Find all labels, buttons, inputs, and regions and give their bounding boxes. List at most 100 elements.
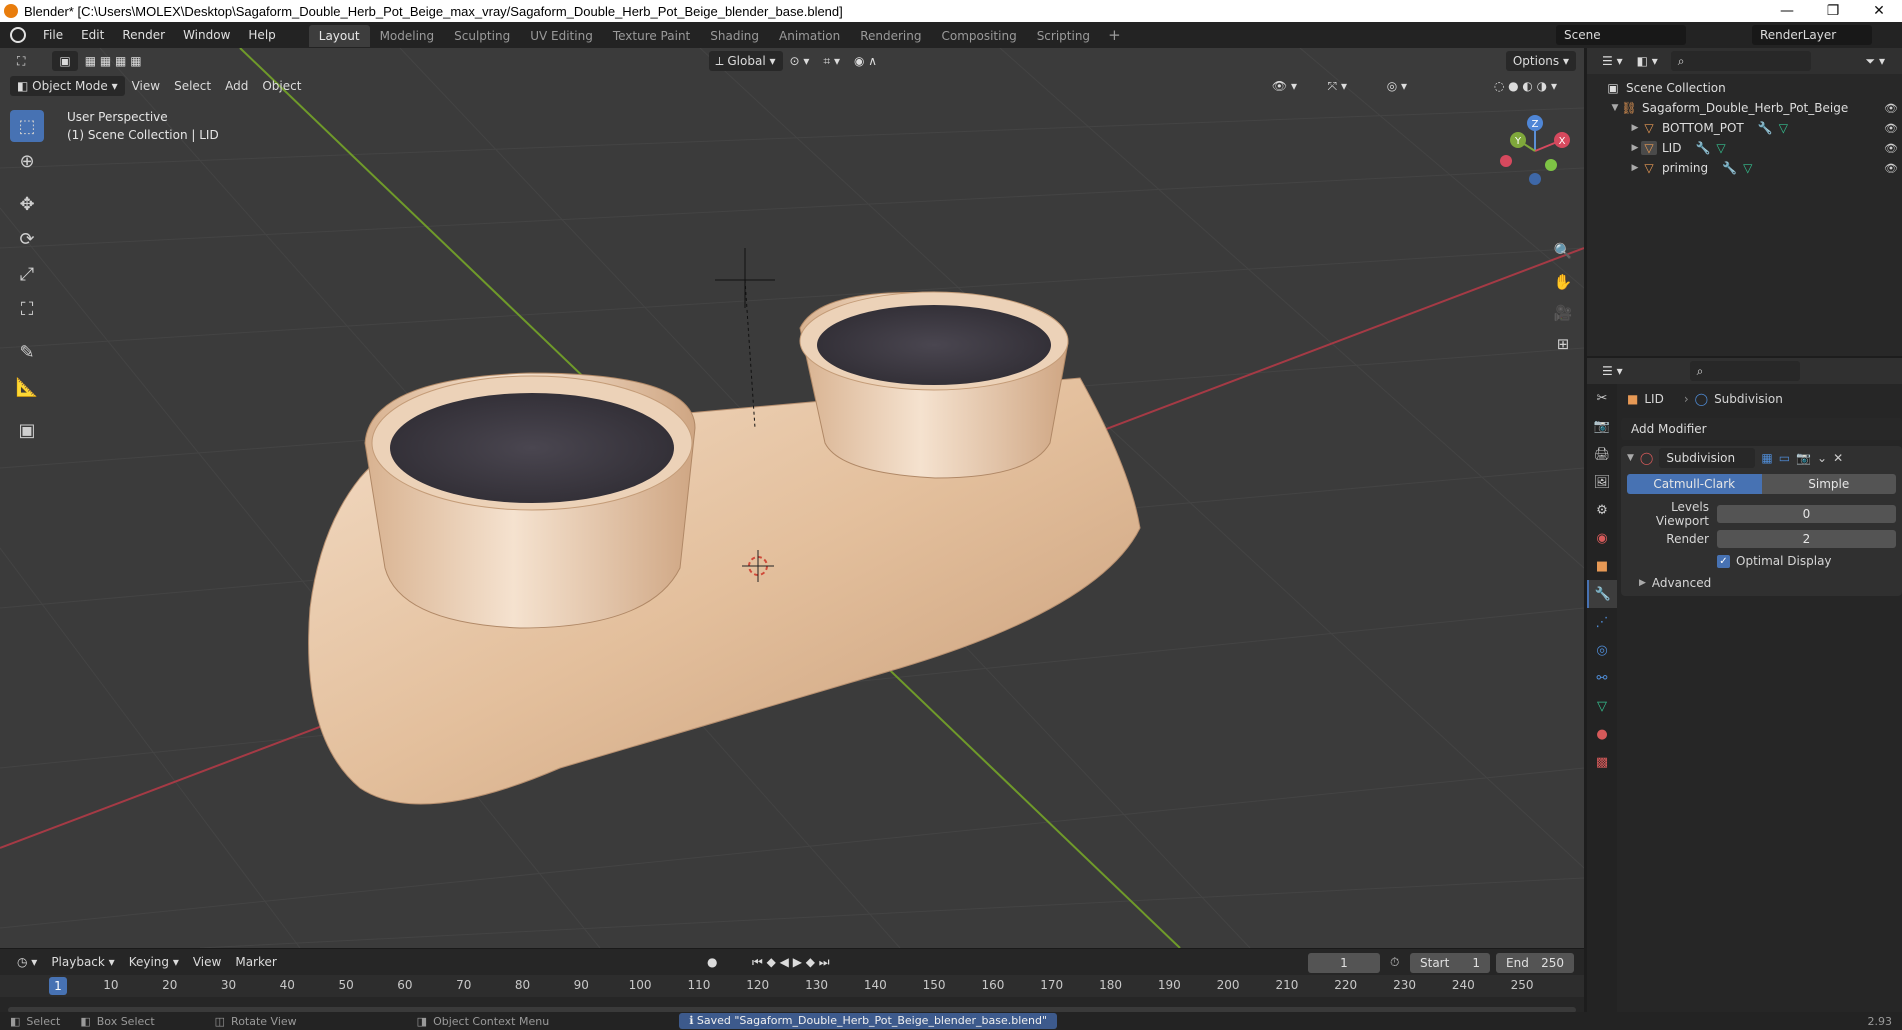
advanced-subpanel[interactable]: ▶ Advanced	[1621, 576, 1902, 590]
tab-rendering[interactable]: Rendering	[850, 25, 931, 47]
world-tab-icon[interactable]: ◉	[1587, 524, 1617, 552]
visibility-eye-icon[interactable]: 👁	[1884, 142, 1898, 155]
modifier-wrench-icon[interactable]: 🔧	[1758, 121, 1773, 135]
overlay-toggle-icon[interactable]: ◎ ▾	[1380, 76, 1414, 96]
tab-shading[interactable]: Shading	[700, 25, 769, 47]
3d-viewport[interactable]: Z X Y ⛶ ▣ ▦ ▦ ▦ ▦ ⟂ Global ▾ ⊙ ▾ ⌗ ▾ ◉ ∧…	[0, 48, 1584, 948]
viewport-toggle-icon[interactable]: ▭	[1779, 451, 1790, 465]
tab-sculpting[interactable]: Sculpting	[444, 25, 520, 47]
add-cube-icon[interactable]: ▣	[10, 414, 44, 446]
add-modifier-button[interactable]: Add Modifier	[1621, 418, 1902, 440]
levels-viewport-field[interactable]: 0	[1717, 505, 1896, 523]
shading-modes-icon[interactable]: ◌ ● ◐ ◑ ▾	[1487, 76, 1564, 96]
tab-modeling[interactable]: Modeling	[370, 25, 445, 47]
measure-icon[interactable]: 📐	[10, 371, 44, 403]
select-mode-icon[interactable]: ▣	[52, 51, 78, 71]
expand-icon[interactable]: ▶	[1629, 123, 1641, 133]
outliner-item-lid[interactable]: ▶ ▽ LID 🔧 ▽ 👁	[1587, 138, 1902, 158]
material-tab-icon[interactable]: ●	[1587, 720, 1617, 748]
data-tab-icon[interactable]: ▽	[1587, 692, 1617, 720]
scene-tab-icon[interactable]: ⚙	[1587, 496, 1617, 524]
visibility-eye-icon[interactable]: 👁	[1884, 102, 1898, 115]
transform-icon[interactable]: ⛶	[10, 293, 44, 325]
mesh-data-icon[interactable]: ▽	[1716, 141, 1725, 155]
scene-selector[interactable]: Scene	[1556, 25, 1686, 45]
move-icon[interactable]: ✥	[10, 188, 44, 220]
timeline-menu-marker[interactable]: Marker	[228, 952, 283, 972]
scale-icon[interactable]: ⤢	[10, 258, 44, 290]
tab-compositing[interactable]: Compositing	[931, 25, 1026, 47]
zoom-icon[interactable]: 🔍	[1550, 238, 1576, 264]
tab-texture-paint[interactable]: Texture Paint	[603, 25, 700, 47]
properties-search-input[interactable]: ⌕	[1689, 361, 1800, 381]
navigation-gizmo[interactable]: Z X Y	[1500, 115, 1570, 185]
add-workspace-button[interactable]: +	[1100, 26, 1129, 44]
render-tab-icon[interactable]: 📷	[1587, 412, 1617, 440]
select-box-icon[interactable]: ⬚	[10, 110, 44, 142]
viewport-menu-object[interactable]: Object	[255, 76, 308, 96]
restore-button[interactable]: ❐	[1810, 0, 1856, 22]
mode-dropdown[interactable]: ◧ Object Mode ▾	[10, 76, 125, 96]
expand-advanced-icon[interactable]: ▶	[1639, 578, 1646, 588]
outliner-item-priming[interactable]: ▶ ▽ priming 🔧 ▽ 👁	[1587, 158, 1902, 178]
annotate-icon[interactable]: ✎	[10, 336, 44, 368]
timeline-menu-view[interactable]: View	[186, 952, 228, 972]
optimal-display-checkbox[interactable]: ✓	[1717, 554, 1730, 568]
filter-icon[interactable]: ⏷ ▾	[1859, 51, 1892, 71]
menu-edit[interactable]: Edit	[72, 22, 113, 48]
timeline-ruler[interactable]: 1 10 20 30 40 50 60 70 80 90 100 110 120 130 140 150 16…	[0, 975, 1584, 997]
ortho-toggle-icon[interactable]: ⊞	[1550, 331, 1576, 357]
mesh-data-icon[interactable]: ▽	[1743, 161, 1752, 175]
stopwatch-icon[interactable]: ⏱	[1390, 955, 1399, 970]
modifier-menu-icon[interactable]: ⌄	[1817, 451, 1827, 465]
physics-tab-icon[interactable]: ◎	[1587, 636, 1617, 664]
modifier-name-field[interactable]: Subdivision	[1659, 448, 1756, 468]
menu-window[interactable]: Window	[174, 22, 239, 48]
tool-tab-icon[interactable]: ✂	[1587, 384, 1617, 412]
menu-render[interactable]: Render	[113, 22, 174, 48]
visibility-eye-icon[interactable]: 👁	[1884, 162, 1898, 175]
minimize-button[interactable]: —	[1764, 0, 1810, 22]
expand-icon[interactable]: ▼	[1609, 103, 1621, 113]
tab-scripting[interactable]: Scripting	[1027, 25, 1100, 47]
gizmo-toggle-icon[interactable]: ⤧ ▾	[1321, 76, 1354, 96]
camera-view-icon[interactable]: 🎥	[1550, 300, 1576, 326]
tab-layout[interactable]: Layout	[308, 25, 370, 47]
current-frame-marker[interactable]: 1	[49, 977, 67, 995]
current-frame-field[interactable]: 1	[1308, 953, 1380, 973]
render-layer-selector[interactable]: RenderLayer	[1752, 25, 1872, 45]
particles-tab-icon[interactable]: ⋰	[1587, 608, 1617, 636]
view-layer-tab-icon[interactable]: 🖼	[1587, 468, 1617, 496]
render-toggle-icon[interactable]: 📷	[1796, 451, 1811, 465]
visibility-eye-icon[interactable]: 👁	[1884, 122, 1898, 135]
options-dropdown[interactable]: Options ▾	[1505, 51, 1576, 71]
start-frame-field[interactable]: Start 1	[1410, 953, 1490, 973]
render-levels-field[interactable]: 2	[1717, 530, 1896, 548]
expand-icon[interactable]: ▶	[1629, 143, 1641, 153]
rotate-icon[interactable]: ⟳	[10, 223, 44, 255]
timeline-menu-playback[interactable]: Playback ▾	[44, 952, 121, 972]
collapse-icon[interactable]: ▼	[1627, 453, 1634, 463]
orientation-dropdown[interactable]: ⟂ Global ▾	[708, 51, 783, 71]
select-modes-icon[interactable]: ▦ ▦ ▦ ▦	[78, 51, 149, 71]
playback-controls-icon[interactable]: ⏮ ◆ ◀ ▶ ◆ ⏭	[745, 952, 837, 972]
timeline-menu-keying[interactable]: Keying ▾	[122, 952, 186, 972]
mesh-data-icon[interactable]: ▽	[1779, 121, 1788, 135]
close-button[interactable]: ✕	[1856, 0, 1902, 22]
visibility-icon[interactable]: 👁 ▾	[1265, 76, 1304, 96]
properties-editor-type-icon[interactable]: ☰ ▾	[1595, 361, 1630, 381]
menu-help[interactable]: Help	[239, 22, 284, 48]
pan-hand-icon[interactable]: ✋	[1550, 269, 1576, 295]
record-keyframe-icon[interactable]: ●	[700, 952, 724, 972]
expand-icon[interactable]: ▶	[1629, 163, 1641, 173]
viewport-menu-view[interactable]: View	[125, 76, 167, 96]
tab-uv-editing[interactable]: UV Editing	[520, 25, 603, 47]
light-object[interactable]	[715, 248, 775, 429]
outliner-item-bottom-pot[interactable]: ▶ ▽ BOTTOM_POT 🔧 ▽ 👁	[1587, 118, 1902, 138]
outliner-search-input[interactable]: ⌕	[1670, 51, 1811, 71]
edit-mode-toggle-icon[interactable]: ▦	[1761, 451, 1772, 465]
texture-tab-icon[interactable]: ▩	[1587, 748, 1617, 776]
remove-modifier-icon[interactable]: ✕	[1833, 451, 1843, 465]
menu-file[interactable]: File	[34, 22, 72, 48]
constraints-tab-icon[interactable]: ⚯	[1587, 664, 1617, 692]
